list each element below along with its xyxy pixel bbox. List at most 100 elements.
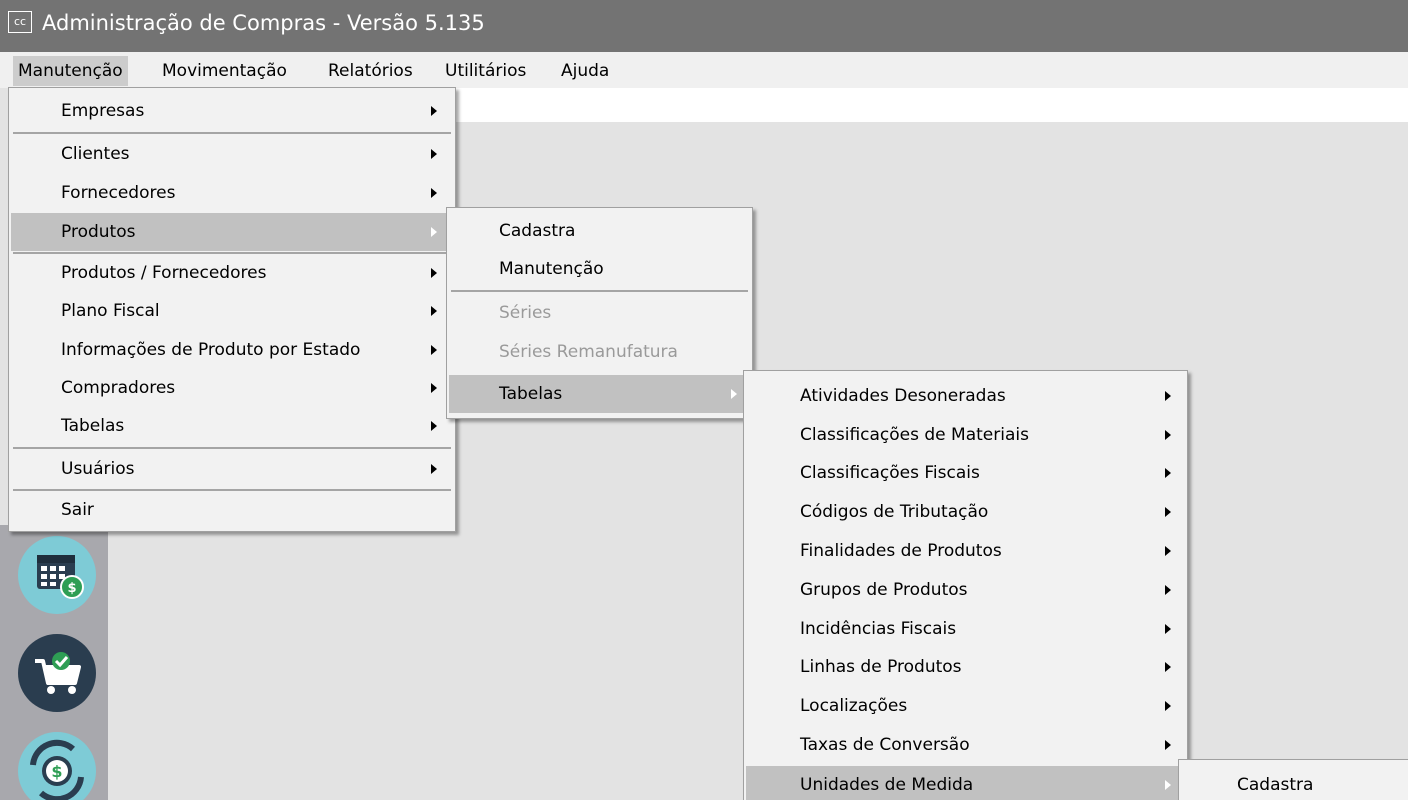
menu-item-grupos-produtos[interactable]: Grupos de Produtos xyxy=(746,571,1185,609)
submenu-arrow-icon xyxy=(431,188,437,198)
menu-item-localizacoes[interactable]: Localizações xyxy=(746,687,1185,725)
submenu-arrow-icon xyxy=(1165,624,1171,634)
title-bar: cc Administração de Compras - Versão 5.1… xyxy=(0,0,1408,52)
submenu-arrow-icon xyxy=(1165,468,1171,478)
submenu-arrow-icon xyxy=(431,149,437,159)
menu-item-tabelas[interactable]: Tabelas xyxy=(449,375,750,413)
menu-item-codigos-tributacao[interactable]: Códigos de Tributação xyxy=(746,493,1185,531)
menu-item-empresas[interactable]: Empresas xyxy=(11,92,453,130)
menu-item-incidencias-fiscais[interactable]: Incidências Fiscais xyxy=(746,610,1185,648)
menu-item-label: Localizações xyxy=(800,696,908,716)
menu-item-manutencao[interactable]: Manutenção xyxy=(449,250,750,288)
calendar-money-icon[interactable]: $ xyxy=(17,535,97,615)
menu-item-label: Clientes xyxy=(61,144,130,164)
menu-item-label: Empresas xyxy=(61,101,145,121)
menu-item-taxas-conversao[interactable]: Taxas de Conversão xyxy=(746,726,1185,764)
menu-item-series-remanufatura: Séries Remanufatura xyxy=(449,333,750,371)
menu-item-series: Séries xyxy=(449,294,750,332)
submenu-arrow-icon xyxy=(1165,662,1171,672)
submenu-arrow-icon xyxy=(431,383,437,393)
menu-item-label: Taxas de Conversão xyxy=(800,735,970,755)
submenu-arrow-icon xyxy=(731,389,737,399)
menu-ajuda[interactable]: Ajuda xyxy=(556,56,614,86)
menu-item-linhas-produtos[interactable]: Linhas de Produtos xyxy=(746,648,1185,686)
menu-manutencao[interactable]: Manutenção xyxy=(13,56,128,86)
side-dock: $ $ xyxy=(0,525,108,800)
menu-item-label: Fornecedores xyxy=(61,183,176,203)
menu-item-label: Classificações de Materiais xyxy=(800,425,1029,445)
menu-item-label: Grupos de Produtos xyxy=(800,580,968,600)
menu-item-label: Séries Remanufatura xyxy=(499,342,678,362)
svg-text:$: $ xyxy=(67,581,76,596)
submenu-arrow-icon xyxy=(1165,430,1171,440)
submenu-arrow-icon xyxy=(431,345,437,355)
manutencao-dropdown: Empresas Clientes Fornecedores Produtos … xyxy=(8,87,456,532)
toolbar-strip xyxy=(455,88,1408,122)
menu-item-label: Linhas de Produtos xyxy=(800,657,962,677)
window-title: Administração de Compras - Versão 5.135 xyxy=(42,11,485,35)
menu-item-info-produto-estado[interactable]: Informações de Produto por Estado xyxy=(11,331,453,369)
submenu-arrow-icon xyxy=(1165,701,1171,711)
svg-text:$: $ xyxy=(51,762,62,781)
menu-item-label: Incidências Fiscais xyxy=(800,619,957,639)
submenu-arrow-icon xyxy=(431,464,437,474)
menu-item-label: Manutenção xyxy=(499,259,604,279)
menu-item-label: Plano Fiscal xyxy=(61,301,160,321)
menu-item-finalidades-produtos[interactable]: Finalidades de Produtos xyxy=(746,532,1185,570)
app-icon: cc xyxy=(8,11,32,33)
menu-item-compradores[interactable]: Compradores xyxy=(11,369,453,407)
menu-item-sair[interactable]: Sair xyxy=(11,491,453,529)
produtos-submenu: Cadastra Manutenção Séries Séries Remanu… xyxy=(446,207,753,419)
submenu-arrow-icon xyxy=(1165,391,1171,401)
menu-item-atividades-desoneradas[interactable]: Atividades Desoneradas xyxy=(746,377,1185,415)
menu-movimentacao[interactable]: Movimentação xyxy=(157,56,292,86)
money-exchange-icon[interactable]: $ xyxy=(17,731,97,800)
menu-item-label: Informações de Produto por Estado xyxy=(61,340,361,360)
menu-item-label: Produtos / Fornecedores xyxy=(61,263,267,283)
unidades-medida-submenu: Cadastra xyxy=(1178,759,1408,800)
menu-item-label: Códigos de Tributação xyxy=(800,502,989,522)
menu-item-label: Classificações Fiscais xyxy=(800,463,980,483)
menu-item-tabelas[interactable]: Tabelas xyxy=(11,407,453,445)
menu-item-plano-fiscal[interactable]: Plano Fiscal xyxy=(11,292,453,330)
menu-item-label: Tabelas xyxy=(499,384,563,404)
menu-item-label: Sair xyxy=(61,500,94,520)
submenu-arrow-icon xyxy=(1165,585,1171,595)
menu-item-classificacoes-fiscais[interactable]: Classificações Fiscais xyxy=(746,454,1185,492)
menu-item-cadastra[interactable]: Cadastra xyxy=(449,212,750,250)
submenu-arrow-icon xyxy=(1165,780,1171,790)
submenu-arrow-icon xyxy=(431,106,437,116)
menu-item-label: Tabelas xyxy=(61,416,125,436)
submenu-arrow-icon xyxy=(431,421,437,431)
menu-bar: Manutenção Movimentação Relatórios Utili… xyxy=(0,52,1408,88)
menu-item-label: Atividades Desoneradas xyxy=(800,386,1006,406)
menu-item-produtos-fornecedores[interactable]: Produtos / Fornecedores xyxy=(11,254,453,292)
menu-item-label: Produtos xyxy=(61,222,136,242)
submenu-arrow-icon xyxy=(431,268,437,278)
menu-separator xyxy=(13,132,451,134)
menu-item-label: Unidades de Medida xyxy=(800,775,974,795)
menu-item-fornecedores[interactable]: Fornecedores xyxy=(11,174,453,212)
menu-item-usuarios[interactable]: Usuários xyxy=(11,450,453,488)
submenu-arrow-icon xyxy=(1165,546,1171,556)
menu-item-label: Séries xyxy=(499,303,552,323)
menu-item-label: Compradores xyxy=(61,378,176,398)
tabelas-submenu: Atividades Desoneradas Classificações de… xyxy=(743,370,1188,800)
menu-item-label: Cadastra xyxy=(499,221,576,241)
menu-item-produtos[interactable]: Produtos xyxy=(11,213,453,251)
cart-check-icon[interactable] xyxy=(17,633,97,713)
submenu-arrow-icon xyxy=(431,227,437,237)
submenu-arrow-icon xyxy=(1165,507,1171,517)
menu-item-label: Usuários xyxy=(61,459,135,479)
menu-item-classificacoes-materiais[interactable]: Classificações de Materiais xyxy=(746,416,1185,454)
submenu-arrow-icon xyxy=(431,306,437,316)
menu-item-label: Finalidades de Produtos xyxy=(800,541,1002,561)
menu-utilitarios[interactable]: Utilitários xyxy=(440,56,531,86)
menu-relatorios[interactable]: Relatórios xyxy=(323,56,418,86)
menu-separator xyxy=(13,447,451,449)
menu-separator xyxy=(451,290,748,292)
menu-item-unidades-medida[interactable]: Unidades de Medida xyxy=(746,766,1185,800)
menu-item-clientes[interactable]: Clientes xyxy=(11,135,453,173)
menu-item-cadastra[interactable]: Cadastra xyxy=(1181,766,1408,800)
menu-item-label: Cadastra xyxy=(1237,775,1314,795)
